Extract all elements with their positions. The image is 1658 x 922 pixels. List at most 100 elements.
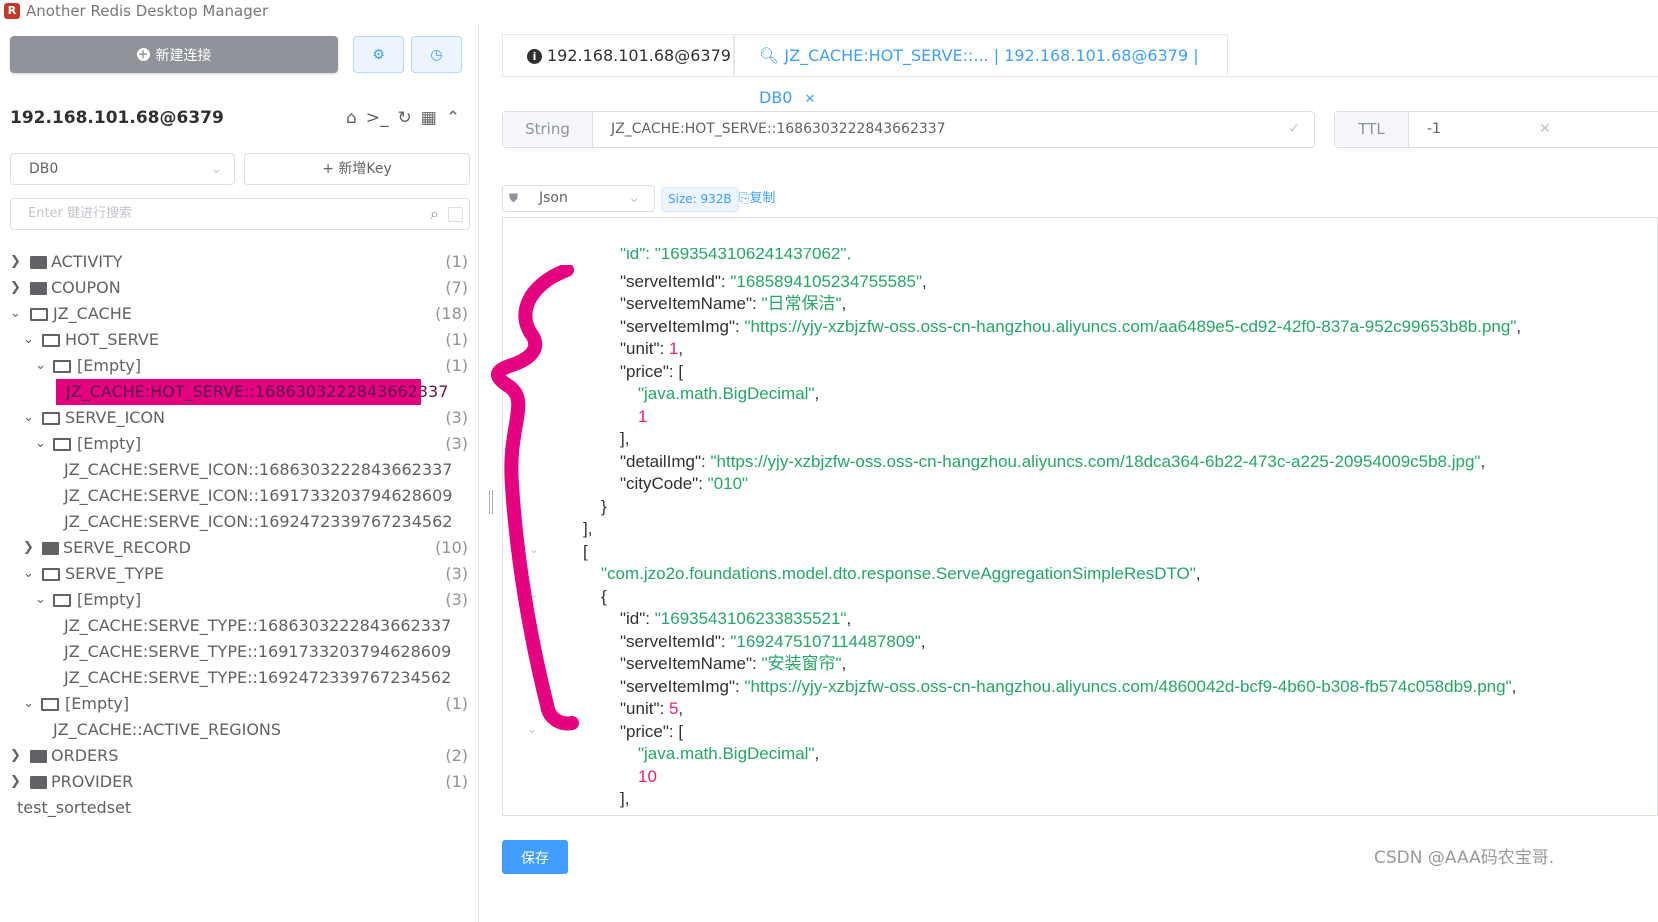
ttl-value: -1: [1427, 121, 1441, 137]
tab-label: JZ_CACHE:HOT_SERVE::... | 192.168.101.68…: [759, 46, 1199, 107]
value-editor[interactable]: "id": "1693543106241437062", "serveItemId…: [502, 217, 1658, 816]
key-name-value: JZ_CACHE:HOT_SERVE::1686303222843662337: [611, 121, 946, 137]
tree-folder-activity[interactable]: ❯ ACTIVITY (1): [10, 249, 472, 275]
tab-bar: i 192.168.101.68@6379 🔍︎ JZ_CACHE:HOT_SER…: [502, 34, 1658, 107]
folder-icon: [42, 542, 59, 555]
tree-count: (7): [445, 278, 468, 297]
tree-count: (3): [445, 590, 468, 609]
ttl-label: TTL: [1335, 112, 1409, 147]
code-line: "serveItemId": "1685894105234755585",: [620, 271, 927, 291]
tree-label: JZ_CACHE:HOT_SERVE::1686303222843662337: [66, 382, 449, 401]
tree-label: [Empty]: [77, 434, 142, 453]
clear-icon[interactable]: ✕: [1539, 112, 1551, 147]
tab-key-detail[interactable]: 🔍︎ JZ_CACHE:HOT_SERVE::... | 192.168.101…: [734, 34, 1228, 107]
tree-key[interactable]: JZ_CACHE:SERVE_ICON::1692472339767234562: [10, 509, 472, 535]
plus-circle-icon: +: [136, 47, 150, 61]
tree-folder-empty[interactable]: ⌄ [Empty] (1): [10, 691, 472, 717]
exact-search-checkbox[interactable]: [448, 207, 463, 222]
key-name-input[interactable]: String JZ_CACHE:HOT_SERVE::1686303222843…: [502, 111, 1315, 148]
folder-open-icon: [53, 360, 71, 373]
tree-folder-empty[interactable]: ⌄ [Empty] (3): [10, 431, 472, 457]
tree-label: HOT_SERVE: [65, 330, 159, 349]
tree-count: (3): [445, 564, 468, 583]
tree-folder-empty[interactable]: ⌄ [Empty] (1): [10, 353, 472, 379]
search-icon[interactable]: ⌕: [430, 199, 439, 229]
tree-key[interactable]: JZ_CACHE:SERVE_TYPE::1686303222843662337: [10, 613, 472, 639]
folder-open-icon: [53, 438, 71, 451]
gear-icon: ⚙: [372, 46, 385, 63]
code-line: "java.math.BigDecimal",: [638, 384, 820, 403]
chevron-down-icon: ⌄: [35, 436, 46, 451]
grid-icon[interactable]: ▦: [421, 108, 437, 128]
tree-label: JZ_CACHE:SERVE_TYPE::1691733203794628609: [64, 642, 452, 661]
db-select[interactable]: DB0 ⌄: [10, 153, 235, 185]
folder-open-icon: [42, 334, 60, 347]
window-title: Another Redis Desktop Manager: [26, 2, 269, 20]
chevron-down-icon: ⌄: [210, 161, 222, 177]
chevron-down-icon: ⌄: [35, 358, 46, 373]
window-titlebar: R Another Redis Desktop Manager: [0, 0, 1658, 24]
ttl-input[interactable]: TTL -1 ✕: [1334, 111, 1658, 148]
chevron-down-icon: ⌄: [23, 566, 34, 581]
tree-key[interactable]: JZ_CACHE:SERVE_TYPE::1691733203794628609: [10, 639, 472, 665]
tree-folder-provider[interactable]: ❯ PROVIDER (1): [10, 769, 472, 795]
code-line: "com.jzo2o.foundations.model.dto.respons…: [601, 564, 1201, 583]
tree-folder-serve-type[interactable]: ⌄ SERVE_TYPE (3): [10, 561, 472, 587]
tab-connection-status[interactable]: i 192.168.101.68@6379: [502, 34, 734, 76]
db-select-value: DB0: [29, 161, 59, 177]
tree-folder-hot-serve[interactable]: ⌄ HOT_SERVE (1): [10, 327, 472, 353]
view-format-select[interactable]: ⛊ Json ⌄: [502, 185, 655, 212]
tree-count: (10): [435, 538, 468, 557]
chevron-down-icon: ⌄: [628, 190, 640, 206]
connection-toolbar: ⌂ >_ ↻ ▦ ⌃: [346, 108, 460, 128]
tree-key[interactable]: JZ_CACHE:SERVE_TYPE::1692472339767234562: [10, 665, 472, 691]
tree-folder-coupon[interactable]: ❯ COUPON (7): [10, 275, 472, 301]
copy-button[interactable]: ⎘复制: [739, 188, 775, 210]
tree-folder-jz-cache[interactable]: ⌄ JZ_CACHE (18): [10, 301, 472, 327]
chevron-up-icon[interactable]: ⌃: [446, 108, 460, 128]
chevron-down-icon: ⌄: [23, 332, 34, 347]
tree-key[interactable]: JZ_CACHE::ACTIVE_REGIONS: [10, 717, 472, 743]
tree-label: [Empty]: [65, 694, 130, 713]
settings-button[interactable]: ⚙: [353, 36, 404, 73]
code-line: ],: [620, 789, 630, 808]
tree-label: [Empty]: [77, 356, 142, 375]
tree-count: (3): [445, 408, 468, 427]
history-button[interactable]: ◷: [411, 36, 462, 73]
new-connection-button[interactable]: + 新建连接: [10, 36, 338, 73]
tree-key[interactable]: JZ_CACHE:SERVE_ICON::1691733203794628609: [10, 483, 472, 509]
chevron-right-icon: ❯: [10, 748, 21, 763]
tree-label: SERVE_ICON: [65, 408, 166, 427]
tree-label: [Empty]: [77, 590, 142, 609]
terminal-icon[interactable]: >_: [366, 108, 389, 128]
refresh-icon[interactable]: ↻: [398, 108, 412, 128]
tree-key[interactable]: test_sortedset: [10, 795, 472, 821]
tree-folder-orders[interactable]: ❯ ORDERS (2): [10, 743, 472, 769]
tree-key[interactable]: JZ_CACHE:SERVE_ICON::1686303222843662337: [10, 457, 472, 483]
code-line: "price": [: [620, 721, 684, 741]
tree-label: ACTIVITY: [51, 252, 123, 271]
folder-open-icon: [42, 568, 60, 581]
info-icon: i: [527, 49, 542, 64]
code-line: "serveItemId": "1692475107114487809",: [620, 631, 926, 651]
copy-icon: ⎘: [739, 191, 750, 206]
folder-icon: [30, 282, 47, 295]
check-icon[interactable]: ✓: [1288, 112, 1300, 147]
code-line: "unit": 5,: [620, 699, 684, 718]
tree-folder-empty[interactable]: ⌄ [Empty] (3): [10, 587, 472, 613]
home-icon[interactable]: ⌂: [346, 108, 357, 128]
save-button[interactable]: 保存: [502, 840, 568, 874]
key-search-input[interactable]: Enter 键进行搜索 ⌕: [10, 198, 470, 230]
code-line: "id": "1693543106241437062",: [620, 248, 852, 260]
connection-name[interactable]: 192.168.101.68@6379: [10, 108, 224, 128]
tree-folder-serve-record[interactable]: ❯ SERVE_RECORD (10): [10, 535, 472, 561]
tab-label: 192.168.101.68@6379: [547, 46, 731, 65]
tree-key-selected[interactable]: JZ_CACHE:HOT_SERVE::1686303222843662337: [10, 379, 472, 405]
add-key-button[interactable]: + 新增Key: [244, 153, 470, 185]
chevron-right-icon: ❯: [23, 540, 34, 555]
folder-open-icon: [41, 698, 59, 711]
tree-label: ORDERS: [51, 746, 119, 765]
key-type-label: String: [503, 112, 593, 147]
close-icon[interactable]: ✕: [804, 92, 815, 107]
tree-folder-serve-icon[interactable]: ⌄ SERVE_ICON (3): [10, 405, 472, 431]
